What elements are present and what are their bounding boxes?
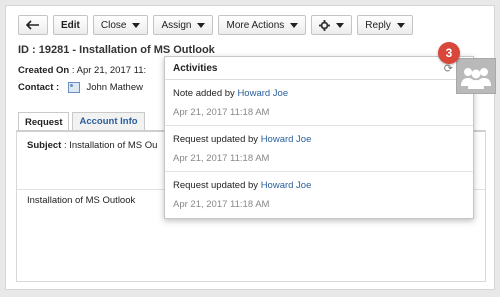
subject-row: Subject : Installation of MS Ou [27,140,158,151]
activity-user-link[interactable]: Howard Joe [237,88,288,99]
chevron-down-icon [290,22,299,28]
more-actions-button[interactable]: More Actions [218,15,307,35]
chevron-down-icon [336,22,345,28]
activity-timestamp: Apr 21, 2017 11:18 AM [173,153,270,164]
contact-card-icon [67,82,80,93]
activity-item: Request updated by Howard Joe Apr 21, 20… [165,172,473,218]
chevron-down-icon [132,22,141,28]
contact-row: Contact : John Mathew [18,82,143,94]
settings-button[interactable] [311,15,353,35]
back-button[interactable] [18,15,48,35]
tab-request[interactable]: Request [18,112,70,131]
activities-popup: Activities ⟳ Note added by Howard Joe Ap… [164,56,474,219]
activity-user-link[interactable]: Howard Joe [261,180,312,191]
close-button[interactable]: Close [92,15,149,35]
notification-count-badge[interactable]: 3 [438,42,460,64]
chevron-down-icon [197,22,206,28]
tab-account-info[interactable]: Account Info [72,112,145,130]
assign-button[interactable]: Assign [153,15,214,35]
contact-name[interactable]: John Mathew [86,82,143,93]
description-text: Installation of MS Outlook [27,195,136,206]
toolbar: Edit Close Assign More Actions Reply [18,15,413,35]
chevron-down-icon [396,22,405,28]
activity-timestamp: Apr 21, 2017 11:18 AM [173,107,270,118]
tab-bar: Request Account Info [18,112,145,131]
group-avatar[interactable] [456,58,496,94]
edit-button[interactable]: Edit [53,15,88,35]
activities-header: Activities ⟳ [165,57,473,80]
ticket-page: Edit Close Assign More Actions Reply ID … [5,5,496,290]
activity-item: Request updated by Howard Joe Apr 21, 20… [165,126,473,172]
users-group-icon [461,68,491,89]
activities-title: Activities [173,62,218,74]
back-arrow-icon [26,20,39,30]
reply-button[interactable]: Reply [357,15,413,35]
page-title: ID : 19281 - Installation of MS Outlook [18,44,215,56]
created-on-row: Created On : Apr 21, 2017 11: [18,65,147,76]
activity-timestamp: Apr 21, 2017 11:18 AM [173,199,270,210]
gear-icon [319,19,331,31]
activity-item: Note added by Howard Joe Apr 21, 2017 11… [165,80,473,126]
activity-user-link[interactable]: Howard Joe [261,134,312,145]
